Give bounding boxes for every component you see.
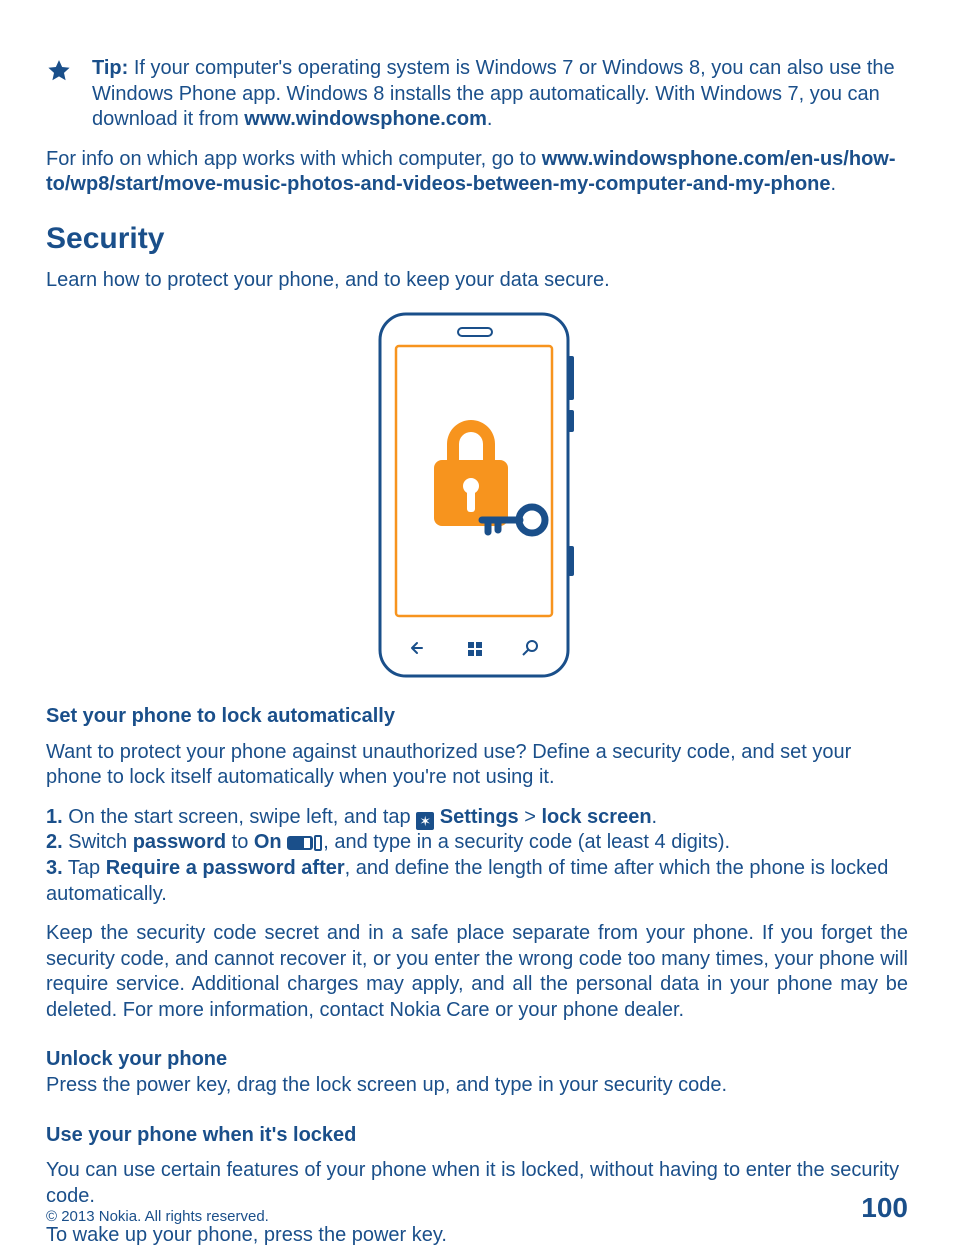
unlock-heading: Unlock your phone (46, 1047, 908, 1073)
copyright: © 2013 Nokia. All rights reserved. (46, 1207, 269, 1226)
search-icon (523, 641, 537, 655)
step-2-a: Switch (63, 831, 133, 853)
password-label: password (133, 831, 226, 853)
step-1: 1. On the start screen, swipe left, and … (46, 805, 908, 831)
settings-icon: ✶ (416, 812, 434, 830)
compat-info: For info on which app works with which c… (46, 147, 908, 198)
lock-icon (434, 420, 508, 526)
security-heading: Security (46, 220, 908, 258)
step-3-num: 3. (46, 857, 63, 879)
phone-lock-illustration (46, 310, 908, 680)
step-3-a: Tap (63, 857, 106, 879)
require-password-label: Require a password after (106, 857, 345, 879)
on-label: On (254, 831, 282, 853)
step-3: 3. Tap Require a password after, and def… (46, 856, 908, 907)
step-1-num: 1. (46, 806, 63, 828)
step-2-num: 2. (46, 831, 63, 853)
tip-text: Tip: If your computer's operating system… (92, 56, 908, 133)
page-footer: © 2013 Nokia. All rights reserved. 100 (46, 1190, 908, 1226)
page-number: 100 (861, 1190, 908, 1226)
steps-list: 1. On the start screen, swipe left, and … (46, 805, 908, 907)
step-1-a: On the start screen, swipe left, and tap (63, 806, 417, 828)
step-2-end: , and type in a security code (at least … (323, 831, 730, 853)
lock-screen-label: lock screen (541, 806, 651, 828)
compat-period: . (831, 173, 837, 195)
step-2: 2. Switch password to On , and type in a… (46, 830, 908, 856)
unlock-text: Press the power key, drag the lock scree… (46, 1073, 908, 1099)
windows-icon (468, 642, 482, 656)
security-lede: Learn how to protect your phone, and to … (46, 268, 908, 294)
star-icon (46, 58, 72, 92)
tip-label: Tip: (92, 57, 128, 79)
security-code-note: Keep the security code secret and in a s… (46, 921, 908, 1023)
step-1-end: . (652, 806, 658, 828)
tip-block: Tip: If your computer's operating system… (46, 56, 908, 133)
tip-body: If your computer's operating system is W… (92, 57, 895, 130)
use-locked-p2: To wake up your phone, press the power k… (46, 1223, 908, 1249)
settings-label: Settings (440, 806, 519, 828)
tip-link: www.windowsphone.com (244, 108, 487, 130)
step-1-gt: > (519, 806, 542, 828)
tip-period: . (487, 108, 493, 130)
use-locked-heading: Use your phone when it's locked (46, 1123, 908, 1149)
compat-pre: For info on which app works with which c… (46, 148, 542, 170)
set-lock-heading: Set your phone to lock automatically (46, 704, 908, 730)
step-2-to: to (226, 831, 254, 853)
toggle-on-icon (287, 835, 323, 851)
set-lock-intro: Want to protect your phone against unaut… (46, 740, 908, 791)
